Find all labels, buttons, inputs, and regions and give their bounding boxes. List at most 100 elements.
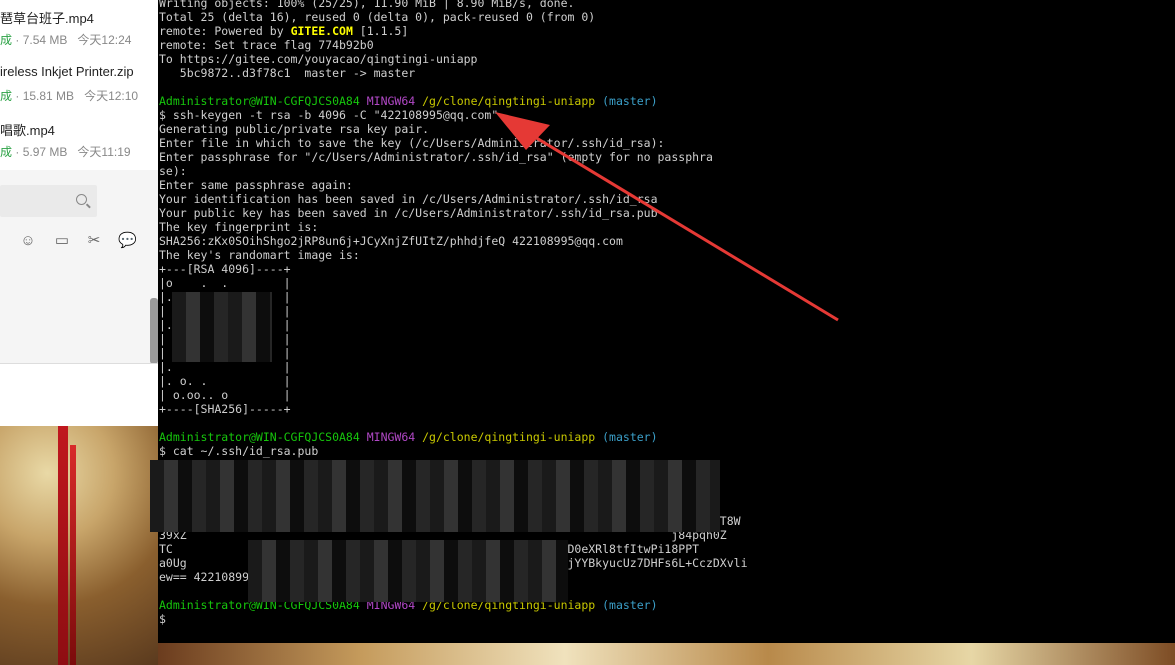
desktop-wallpaper-strip	[158, 643, 1175, 665]
file-meta: 成 · 5.97 MB 今天11:19	[0, 145, 131, 159]
file-size: 5.97 MB	[22, 145, 68, 159]
terminal-line: Enter same passphrase again:	[159, 178, 761, 192]
wallpaper-ribbon	[70, 445, 76, 665]
terminal-text: MINGW64	[366, 94, 423, 108]
wallpaper-ribbon	[58, 425, 68, 665]
terminal-text: Your public key has been saved in /c/Use…	[159, 206, 658, 220]
terminal-text: |o . . |	[159, 276, 291, 290]
file-name: ireless Inkjet Printer.zip	[0, 64, 134, 79]
file-size: 15.81 MB	[22, 89, 75, 103]
folder-icon[interactable]: ▭	[54, 233, 70, 249]
terminal-line: remote: Powered by GITEE.COM [1.1.5]	[159, 24, 761, 38]
redaction-mosaic	[150, 460, 720, 532]
terminal-line: 5bc9872..d3f78c1 master -> master	[159, 66, 761, 80]
terminal-line: |o . . |	[159, 276, 761, 290]
file-meta: 成 · 15.81 MB 今天12:10	[0, 89, 139, 103]
file-name: 琶草台班子.mp4	[0, 11, 94, 26]
terminal-text: Your identification has been saved in /c…	[159, 192, 658, 206]
terminal-text: |. |	[159, 360, 291, 374]
scrollbar-handle[interactable]	[150, 298, 158, 364]
terminal-text: +----[SHA256]-----+	[159, 402, 291, 416]
terminal-text: GITEE.COM	[290, 24, 353, 38]
scissors-icon[interactable]: ✂	[86, 233, 102, 249]
redaction-mosaic	[248, 540, 568, 602]
file-meta: 成 · 7.54 MB 今天12:24	[0, 33, 132, 47]
terminal-line: $ cat ~/.ssh/id_rsa.pub	[159, 444, 761, 458]
file-name: 唱歌.mp4	[0, 123, 55, 138]
terminal-text: Administrator@WIN-CGFQJCS0A84	[159, 94, 367, 108]
file-item[interactable]: 琶草台班子.mp4 成 · 7.54 MB 今天12:24	[0, 0, 158, 56]
terminal-text: +---[RSA 4096]----+	[159, 262, 291, 276]
file-transfer-list: 琶草台班子.mp4 成 · 7.54 MB 今天12:24 ireless In…	[0, 0, 158, 170]
terminal-line: The key fingerprint is:	[159, 220, 761, 234]
terminal-text: SHA256:zKx0SOihShgo2jRP8un6j+JCyXnjZfUIt…	[159, 234, 623, 248]
terminal-line: Generating public/private rsa key pair.	[159, 122, 761, 136]
terminal-line: +---[RSA 4096]----+	[159, 262, 761, 276]
terminal-text: |. o. . |	[159, 374, 291, 388]
file-status: 成	[0, 145, 13, 159]
terminal-text: 5bc9872..d3f78c1 master -> master	[159, 66, 416, 80]
file-size: 7.54 MB	[22, 33, 68, 47]
terminal-line: Your identification has been saved in /c…	[159, 192, 761, 206]
terminal-text: (master)	[602, 430, 658, 444]
chat-lower-pane	[0, 363, 158, 426]
terminal-line: |. o. . |	[159, 374, 761, 388]
terminal-text: remote: Set trace flag 774b92b0	[159, 38, 374, 52]
terminal-text: Enter file in which to save the key (/c/…	[159, 136, 665, 150]
terminal-line: Administrator@WIN-CGFQJCS0A84 MINGW64 /g…	[159, 94, 761, 108]
file-item[interactable]: ireless Inkjet Printer.zip 成 · 15.81 MB …	[0, 56, 158, 112]
terminal-line: To https://gitee.com/youyacao/qingtingi-…	[159, 52, 761, 66]
terminal-text: MINGW64	[366, 430, 423, 444]
terminal-line: $	[159, 612, 761, 626]
file-search-input[interactable]	[0, 185, 97, 217]
terminal-text: [1.1.5]	[352, 24, 409, 38]
terminal-text: /g/clone/qingtingi-uniapp	[422, 430, 603, 444]
terminal-text: Total 25 (delta 16), reused 0 (delta 0),…	[159, 10, 596, 24]
terminal-text: $	[159, 612, 166, 626]
terminal-text: (master)	[602, 94, 658, 108]
terminal-text: Enter passphrase for "/c/Users/Administr…	[159, 150, 713, 164]
chat-bubble-icon[interactable]: 💬	[118, 233, 137, 249]
terminal-line: | o.oo.. o |	[159, 388, 761, 402]
terminal-line: The key's randomart image is:	[159, 248, 761, 262]
terminal-line: remote: Set trace flag 774b92b0	[159, 38, 761, 52]
redaction-mosaic	[172, 292, 272, 362]
terminal-text: se):	[159, 164, 187, 178]
terminal-text: To https://gitee.com/youyacao/qingtingi-…	[159, 52, 478, 66]
chat-window: 琶草台班子.mp4 成 · 7.54 MB 今天12:24 ireless In…	[0, 0, 158, 426]
terminal-text: The key's randomart image is:	[159, 248, 360, 262]
terminal-text: | o.oo.. o |	[159, 388, 291, 402]
file-time: 今天12:24	[77, 33, 132, 47]
terminal-text: $ ssh-keygen -t rsa -b 4096 -C "42210899…	[159, 108, 499, 122]
message-compose-area[interactable]	[0, 258, 158, 363]
chat-toolbar: ☺ ▭ ✂ 💬	[0, 230, 158, 254]
emoji-icon[interactable]: ☺	[20, 233, 36, 249]
file-time: 今天12:10	[84, 89, 139, 103]
terminal-text: The key fingerprint is:	[159, 220, 319, 234]
terminal-line: Total 25 (delta 16), reused 0 (delta 0),…	[159, 10, 761, 24]
terminal-text: Writing objects: 100% (25/25), 11.90 MiB…	[159, 0, 575, 10]
terminal-text: /g/clone/qingtingi-uniapp	[422, 94, 603, 108]
terminal-line: +----[SHA256]-----+	[159, 402, 761, 416]
terminal-line: Enter file in which to save the key (/c/…	[159, 136, 761, 150]
terminal-text: remote: Powered by	[159, 24, 291, 38]
terminal-text: Generating public/private rsa key pair.	[159, 122, 430, 136]
terminal-line: $ ssh-keygen -t rsa -b 4096 -C "42210899…	[159, 108, 761, 122]
file-time: 今天11:19	[77, 145, 131, 159]
terminal-line: Your public key has been saved in /c/Use…	[159, 206, 761, 220]
git-bash-terminal[interactable]: Writing objects: 100% (25/25), 11.90 MiB…	[150, 0, 1175, 643]
search-icon[interactable]	[76, 194, 87, 205]
terminal-line: Enter passphrase for "/c/Users/Administr…	[159, 150, 761, 164]
terminal-line: |. |	[159, 360, 761, 374]
file-status: 成	[0, 89, 13, 103]
terminal-text: (master)	[602, 598, 658, 612]
terminal-line: Administrator@WIN-CGFQJCS0A84 MINGW64 /g…	[159, 430, 761, 444]
terminal-line: SHA256:zKx0SOihShgo2jRP8un6j+JCyXnjZfUIt…	[159, 234, 761, 248]
terminal-text: Administrator@WIN-CGFQJCS0A84	[159, 430, 367, 444]
terminal-text: $ cat ~/.ssh/id_rsa.pub	[159, 444, 319, 458]
file-item[interactable]: 唱歌.mp4 成 · 5.97 MB 今天11:19	[0, 112, 158, 168]
terminal-line: Writing objects: 100% (25/25), 11.90 MiB…	[159, 0, 761, 10]
terminal-line: se):	[159, 164, 761, 178]
